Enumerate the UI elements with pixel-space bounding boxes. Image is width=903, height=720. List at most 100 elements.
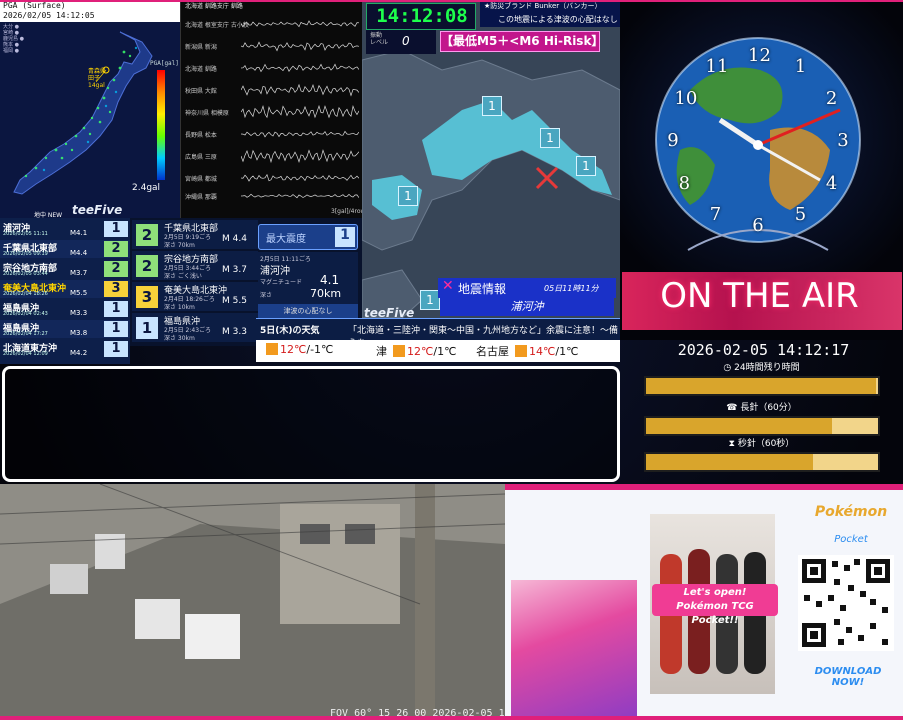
waveform-station-label: 沖縄県 那覇 xyxy=(185,192,217,201)
clock-time: 14:12:08 xyxy=(367,5,477,27)
quake-magnitude: M4.2 xyxy=(70,349,87,357)
latest-depth-value: 70km xyxy=(310,287,341,300)
waveform-station-label: 北海道 根室支庁 古小牧 xyxy=(185,20,249,29)
center-logo: teeFive xyxy=(364,306,414,320)
quake-magnitude: M3.7 xyxy=(70,269,87,277)
ad-banner-line1: Let's open! xyxy=(652,586,778,600)
progress-label: ☎ 長針（60分） xyxy=(620,400,903,413)
qr-code[interactable] xyxy=(798,555,894,651)
intensity-list-row[interactable]: 宗谷地方南部 2026/02/05 03:44 M3.7 2 xyxy=(0,260,130,278)
intensity-list-row[interactable]: 浦河沖 2026/02/05 11:11 M4.1 1 xyxy=(0,220,130,238)
live-camera-feed[interactable] xyxy=(0,484,505,720)
phone-icon: ☎ xyxy=(726,403,740,413)
quake-date: 2026/02/04 02:43 xyxy=(3,311,48,317)
clock-number: 5 xyxy=(791,204,811,225)
progress-label-text: 24時間残り時間 xyxy=(734,363,799,373)
waveform-station-label: 長野県 松本 xyxy=(185,130,217,139)
quake-date: 2026/02/05 09:19 xyxy=(3,251,48,257)
quake-magnitude: M 4.4 xyxy=(222,234,247,244)
intensity-list-row[interactable]: 千葉県北東部 2026/02/05 09:19 M4.4 2 xyxy=(0,240,130,258)
intensity-list-row[interactable]: 奄美大島北東沖 2026/02/04 18:26 M5.5 3 xyxy=(0,280,130,298)
quake-depth: 深さ 30km xyxy=(164,333,195,342)
waveform-trace xyxy=(241,82,359,98)
progress-fill xyxy=(646,454,813,470)
earthquake-info-header: ✕ 地震情報 05日11時11分 xyxy=(438,278,616,298)
progress-label: ⧗ 秒針（60秒） xyxy=(620,436,903,449)
quake-date: 2026/02/04 18:26 xyxy=(3,291,48,297)
waveform-trace xyxy=(241,38,359,54)
epicenter-x-icon: ✕ xyxy=(442,278,454,294)
detail-card[interactable]: 1 福島県沖 2月5日 2:43ごろ 深さ 30km M 3.3 xyxy=(132,313,258,342)
quake-magnitude: M3.3 xyxy=(70,309,87,317)
intensity-list-row[interactable]: 福島県沖 2026/02/04 17:27 M3.8 1 xyxy=(0,320,130,338)
seismic-label-2: レベル xyxy=(370,39,388,46)
waveform-station-label: 北海道 釧路 xyxy=(185,64,217,73)
progress-bar xyxy=(644,376,880,396)
waveform-trace xyxy=(241,60,359,76)
sunny-icon xyxy=(515,345,527,357)
temp-low: /-1℃ xyxy=(306,343,333,356)
intensity-badge: 2 xyxy=(136,224,158,246)
clock-number: 2 xyxy=(822,88,842,109)
ad-top-strip xyxy=(505,484,903,490)
intensity-list-row[interactable]: 福島県沖 2026/02/04 02:43 M3.3 1 xyxy=(0,300,130,318)
ad-banner-line2: Pokémon TCG Pocket!! xyxy=(652,600,778,628)
waveform-station-label: 神奈川県 相模原 xyxy=(185,108,229,117)
weather-ticker: 5日(木)の天気 「北海道・三陸沖・関東～中国・九州地方など」余震に注意！～備え… xyxy=(256,318,620,340)
clock-number: 4 xyxy=(822,173,842,194)
intensity-list-row[interactable]: 北海道東方沖 2026/02/04 12:09 M4.2 1 xyxy=(0,340,130,358)
max-intensity-box: 最大震度 1 xyxy=(258,224,358,250)
ad-banner[interactable]: Let's open! Pokémon TCG Pocket!! xyxy=(652,584,778,616)
detail-card[interactable]: 2 千葉県北東部 2月5日 9:19ごろ 深さ 70km M 4.4 xyxy=(132,220,258,249)
clock-box: 14:12:08 xyxy=(366,3,476,30)
clock-number: 3 xyxy=(833,130,853,151)
top-accent-strip xyxy=(0,0,903,2)
progress-fill xyxy=(646,378,876,394)
intensity-badge: 2 xyxy=(104,261,128,277)
progress-bar xyxy=(644,452,880,472)
intensity-badge: 3 xyxy=(136,286,158,308)
eq-info-time: 05日11時11分 xyxy=(544,283,599,294)
progress-bar xyxy=(644,416,880,436)
waveform-trace xyxy=(241,104,359,120)
city-name: 名古屋 xyxy=(476,345,509,358)
map-intensity-marker: 1 xyxy=(576,156,596,176)
temp-high: 14℃ xyxy=(529,345,555,358)
quake-date: 2026/02/04 17:27 xyxy=(3,331,48,337)
risk-badge: 【最低M5＋<M6 Hi-Risk】 xyxy=(440,31,600,52)
waveform-trace xyxy=(241,148,359,164)
seismic-level-box: 振動 レベル 0 xyxy=(366,30,436,54)
temperature-item: 名古屋 14℃/1℃ xyxy=(476,343,578,359)
eq-place: 浦河沖 xyxy=(440,298,614,316)
pga-station-label: 青森県 田子 14gal xyxy=(88,68,106,89)
latest-place: 浦河沖 xyxy=(260,262,290,277)
street-scene-graphic xyxy=(0,484,505,720)
intensity-list: 浦河沖 2026/02/05 11:11 M4.1 1 千葉県北東部 2026/02/05… xyxy=(0,218,130,364)
city-name: 津 xyxy=(376,345,387,358)
pga-side-list: 大分 ● 宮崎 ● 鹿児島 ● 熊本 ● 福岡 ● xyxy=(3,24,24,54)
card-pack-image xyxy=(511,580,637,720)
clock-number: 9 xyxy=(663,130,683,151)
download-button[interactable]: DOWNLOAD NOW! xyxy=(798,666,898,688)
temperature-item: 12℃/-1℃ xyxy=(260,343,333,356)
quake-magnitude: M 5.5 xyxy=(222,296,247,306)
map-intensity-marker: 1 xyxy=(540,128,560,148)
detail-card[interactable]: 3 奄美大島北東沖 2月4日 18:26ごろ 深さ 10km M 5.5 xyxy=(132,282,258,311)
pga-timestamp: 2026/02/05 14:12:05 xyxy=(3,11,121,21)
intensity-badge: 1 xyxy=(136,317,158,339)
waveform-station-label: 秋田県 大館 xyxy=(185,86,217,95)
detail-card[interactable]: 2 宗谷地方南部 2月5日 3:44ごろ 深さ ごく浅い M 3.7 xyxy=(132,251,258,280)
ad-brand-sub: Pocket xyxy=(806,534,896,545)
temperature-item: 津 12℃/1℃ xyxy=(376,343,456,359)
pga-value: 2.4gal xyxy=(132,183,160,193)
eq-info-title: 地震情報 xyxy=(458,280,506,297)
temp-low: /1℃ xyxy=(433,345,456,358)
waveform-header: 北海道 釧路支庁 釧路 xyxy=(185,1,243,10)
progress-label-text: 長針（60分） xyxy=(740,403,796,413)
progress-label-text: 秒針（60秒） xyxy=(738,439,794,449)
intensity-badge: 1 xyxy=(104,341,128,357)
weather-date: 5日(木)の天気 xyxy=(260,323,320,336)
seismic-level-value: 0 xyxy=(402,34,410,48)
waveform-footer: 3[gal]/4row xyxy=(331,208,365,215)
map-intensity-marker: 1 xyxy=(482,96,502,116)
